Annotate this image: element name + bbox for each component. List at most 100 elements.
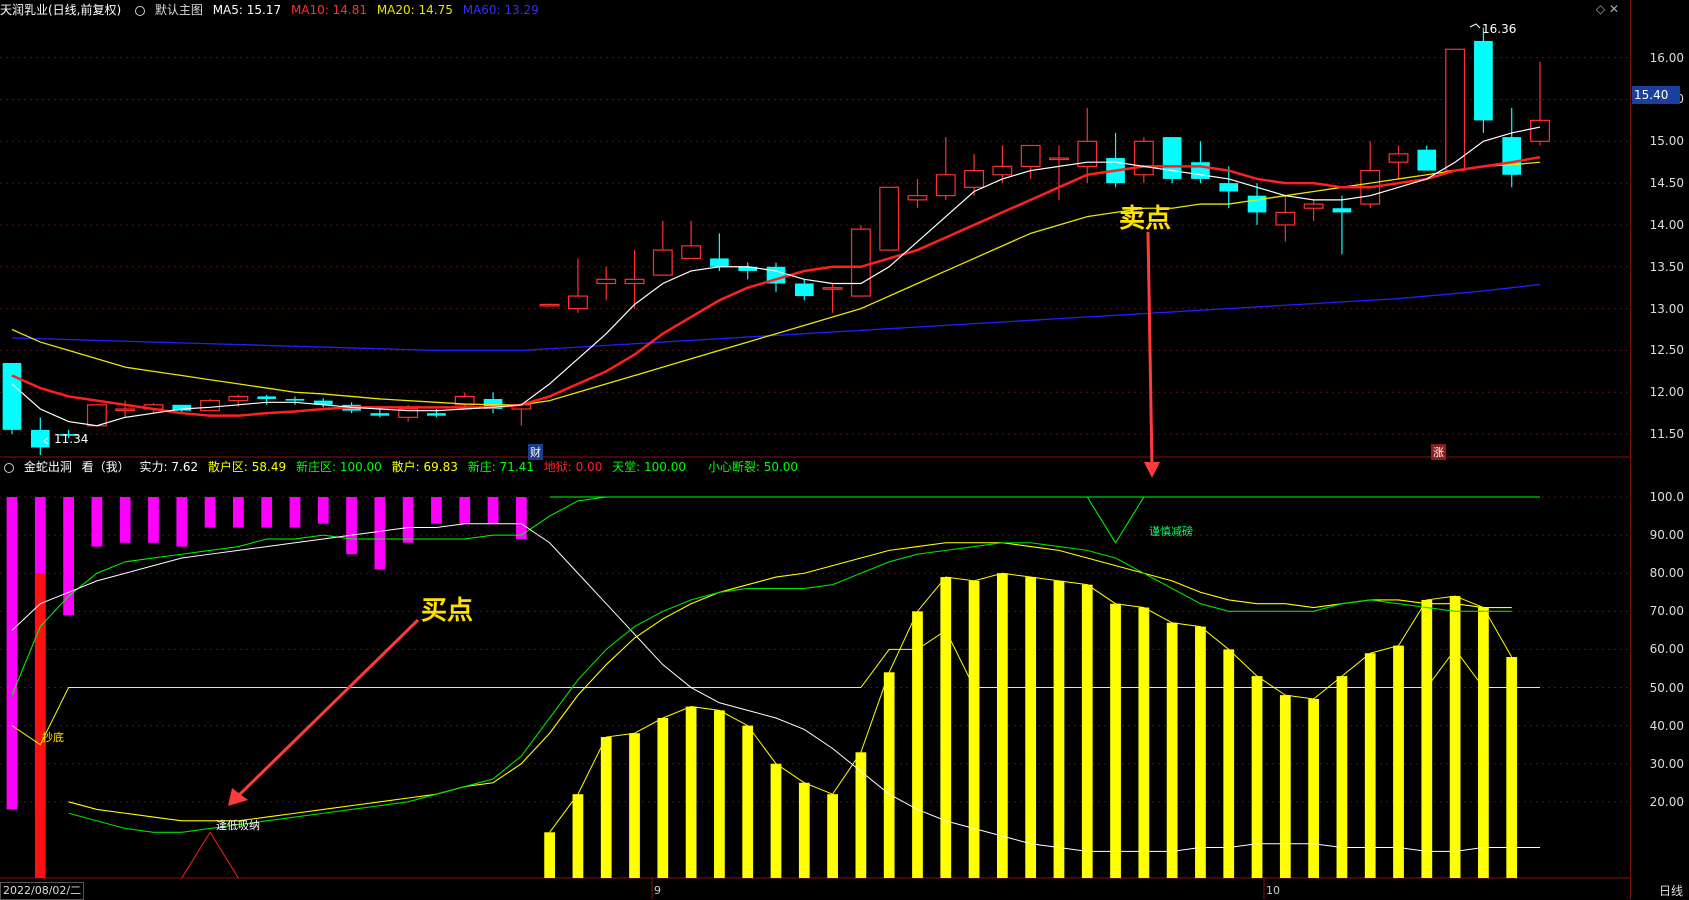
settings-gear-icon[interactable] xyxy=(135,5,146,16)
price-tick-label: 12.00 xyxy=(1649,385,1684,400)
candle xyxy=(822,283,843,313)
magenta-bar xyxy=(63,497,74,616)
yellow-bar xyxy=(629,733,640,878)
yellow-bar xyxy=(1279,695,1291,878)
date-cursor-label: 2022/08/02/二 xyxy=(0,882,85,900)
yellow-bar xyxy=(1393,645,1404,878)
candle xyxy=(511,404,532,426)
yellow-bar xyxy=(572,794,584,878)
indicator-view[interactable]: 看（我） xyxy=(82,460,130,474)
yellow-bar xyxy=(600,737,612,878)
caution-reduce-signal: 谨慎减磅 xyxy=(1149,525,1193,538)
yellow-bar xyxy=(1421,599,1433,878)
price-tick-label: 11.50 xyxy=(1649,427,1684,442)
main-chart-header: 天润乳业(日线,前复权) 默认主图 MA5: 15.17 MA10: 14.81… xyxy=(0,0,545,20)
heaven-value: 天堂: 100.00 xyxy=(612,460,687,474)
candle-body-up xyxy=(1020,144,1041,167)
month-10-label: 10 xyxy=(1266,884,1280,897)
window-controls: ◇ ✕ xyxy=(1596,2,1619,16)
candle-body-up xyxy=(539,303,560,307)
candle-body-up xyxy=(935,174,956,197)
candle-body-down xyxy=(1162,137,1182,179)
price-tick-label: 13.00 xyxy=(1649,301,1684,316)
magenta-bar xyxy=(402,497,414,543)
candle xyxy=(935,137,956,200)
candle xyxy=(1332,195,1352,255)
candle-body-down xyxy=(1502,137,1522,175)
chao-di-signal: 抄底 xyxy=(42,731,64,744)
diamond-icon[interactable]: ◇ xyxy=(1596,2,1605,16)
candle-body-down xyxy=(1219,183,1239,192)
indicator-name[interactable]: 金蛇出洞 xyxy=(24,460,72,474)
candle-body-down xyxy=(1247,195,1267,213)
indicator-tick-label: 70.00 xyxy=(1649,604,1684,619)
candle-body-up xyxy=(1530,119,1550,142)
magenta-bar xyxy=(232,497,244,528)
yellow-bar xyxy=(742,725,754,878)
yellow-bar xyxy=(1138,607,1150,878)
yellow-bar xyxy=(1081,584,1093,878)
stock-title[interactable]: 天润乳业(日线,前复权) xyxy=(0,3,121,17)
candle xyxy=(964,153,985,196)
yellow-bar xyxy=(714,710,725,878)
magenta-bar xyxy=(6,497,18,810)
period-label[interactable]: 日线 xyxy=(1659,882,1683,899)
candle-body-up xyxy=(1445,48,1466,172)
yellow-bar xyxy=(1166,622,1178,878)
hell-value: 地狱: 0.00 xyxy=(543,460,603,474)
chart-name[interactable]: 默认主图 xyxy=(155,3,203,17)
strength-value: 实力: 7.62 xyxy=(139,460,199,474)
month-9-label: 9 xyxy=(654,884,661,897)
ma20-label: MA20: 14.75 xyxy=(376,3,453,17)
retail-value: 散户: 69.83 xyxy=(391,460,458,474)
candle-body-up xyxy=(115,408,136,412)
sell-arrow-head xyxy=(1144,462,1160,478)
indicator-tick-label: 50.00 xyxy=(1649,680,1684,695)
candle-body-down xyxy=(427,413,446,416)
candle xyxy=(1303,199,1324,221)
price-tick-label: 13.50 xyxy=(1649,259,1684,274)
candle-body-up xyxy=(1049,157,1069,161)
retail-zone-value: 散户区: 58.49 xyxy=(207,460,287,474)
candle-body-down xyxy=(1191,162,1210,179)
magenta-bar xyxy=(119,497,131,543)
candle xyxy=(1049,145,1069,200)
high-price-label: 16.36 xyxy=(1482,22,1517,36)
yellow-bar xyxy=(1449,596,1461,878)
candle-body-up xyxy=(624,278,645,285)
event-zhang-badge[interactable]: 涨 xyxy=(1431,444,1446,460)
candle xyxy=(1502,107,1522,188)
yellow-bar xyxy=(798,782,810,878)
candlestick-series xyxy=(2,27,1550,455)
candle-body-up xyxy=(681,245,702,260)
candle xyxy=(1191,141,1210,184)
ma5-label: MA5: 15.17 xyxy=(212,3,282,17)
candle-body-up xyxy=(228,395,249,402)
retail-line xyxy=(68,542,1512,822)
buy-point-annotation: 买点 xyxy=(421,596,474,626)
candle-body-down xyxy=(257,396,277,399)
event-cai-badge[interactable]: 财 xyxy=(528,444,543,460)
candle-body-up xyxy=(652,249,673,276)
red-signal-bar xyxy=(34,573,46,878)
candle-body-down xyxy=(794,283,814,297)
candle xyxy=(200,398,221,412)
candle xyxy=(1020,144,1041,179)
candle-body-up xyxy=(907,195,928,201)
price-tick-label: 14.50 xyxy=(1649,176,1684,191)
magenta-bar xyxy=(289,497,301,528)
candle xyxy=(879,186,900,251)
yellow-bar xyxy=(1223,649,1235,878)
close-icon[interactable]: ✕ xyxy=(1609,2,1619,16)
price-tick-label: 12.50 xyxy=(1649,343,1684,358)
stock-chart-window[interactable]: 天润乳业(日线,前复权) 默认主图 MA5: 15.17 MA10: 14.81… xyxy=(0,0,1689,900)
candle-body-up xyxy=(879,186,900,251)
yellow-bar xyxy=(883,672,895,878)
caution-value: 小心断裂: 50.00 xyxy=(707,460,799,474)
magenta-bar xyxy=(148,497,159,543)
candle-body-up xyxy=(86,404,107,427)
candle-body-up xyxy=(1388,153,1409,163)
candle xyxy=(370,408,390,418)
candle-body-down xyxy=(370,413,390,416)
indicator-settings-icon[interactable] xyxy=(4,462,14,473)
